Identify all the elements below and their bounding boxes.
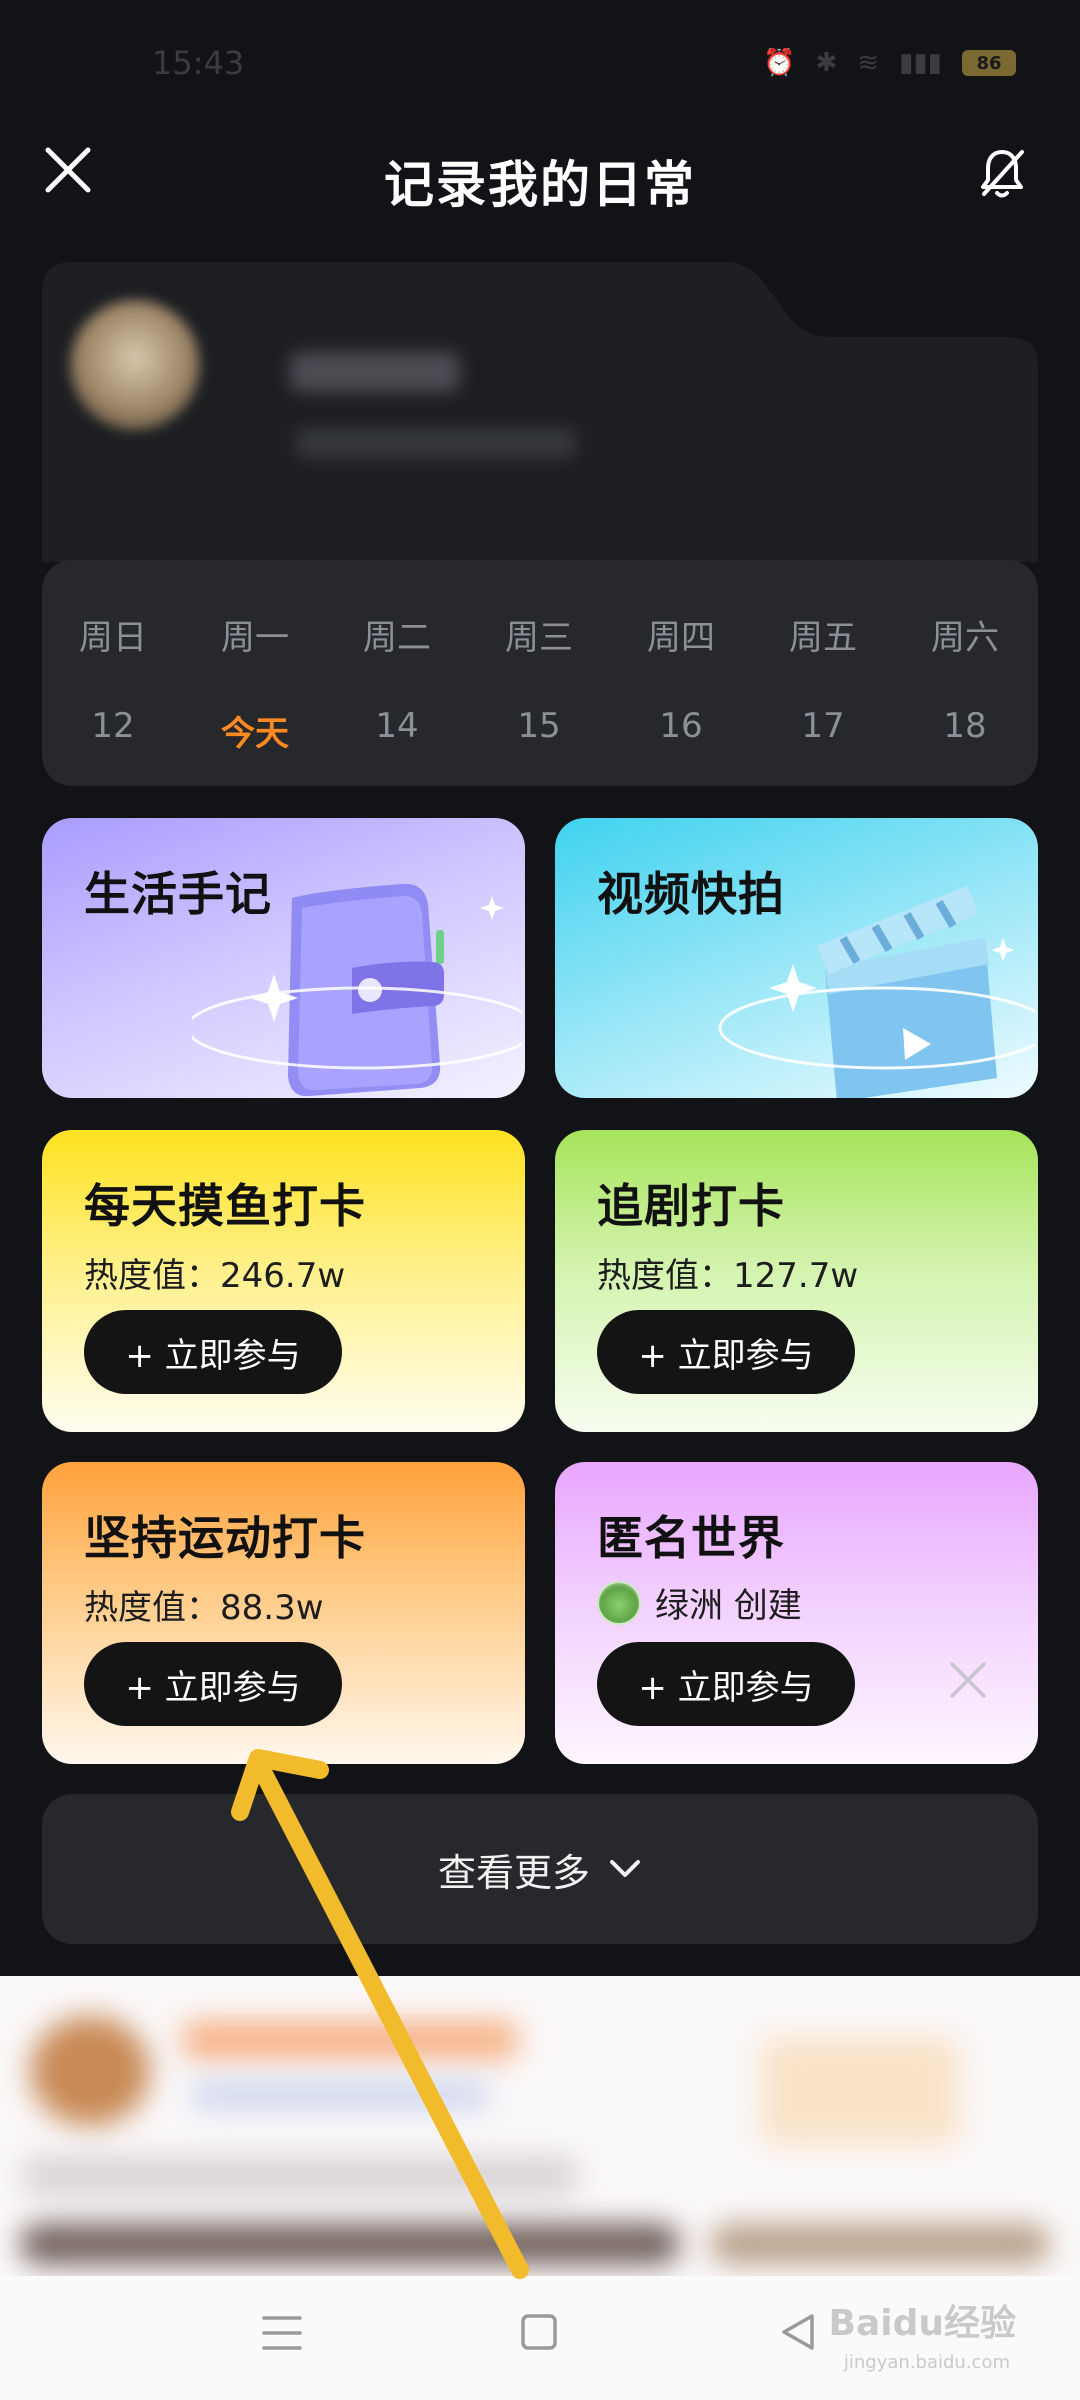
avatar[interactable]: [70, 300, 200, 430]
wifi-icon: ≋: [857, 48, 880, 78]
feed-preview-blurred: [0, 1976, 1080, 2276]
heat-value: 热度值：88.3w: [84, 1588, 324, 1628]
calendar-date[interactable]: 12: [42, 706, 184, 746]
chevron-down-icon: [610, 1860, 640, 1877]
wallet-icon: [192, 883, 522, 1097]
bluetooth-icon: ✱: [815, 48, 838, 78]
profile-card: [42, 262, 1038, 562]
join-button[interactable]: + 立即参与: [597, 1642, 855, 1726]
weekday-label: 周四: [647, 618, 715, 658]
battery-indicator: 86: [962, 50, 1016, 76]
see-more-button[interactable]: 查看更多: [42, 1794, 1038, 1944]
watermark-url: jingyan.baidu.com: [843, 2352, 1010, 2373]
watermark-logo: Baidu经验: [828, 2303, 1016, 2344]
home-icon[interactable]: [520, 2312, 558, 2352]
calendar-date[interactable]: 14: [326, 706, 468, 746]
status-icons: ⏰ ✱ ≋ ▮▮▮ 86: [763, 48, 1016, 78]
calendar-date[interactable]: 15: [468, 706, 610, 746]
see-more-label: 查看更多: [437, 1850, 590, 1895]
weekday-label: 周六: [931, 618, 999, 658]
creator-label: 绿洲 创建: [655, 1586, 802, 1626]
profile-subtitle-blurred: [296, 428, 576, 458]
join-button[interactable]: + 立即参与: [84, 1310, 342, 1394]
card-title: 追剧打卡: [597, 1179, 785, 1233]
anonymous-world-card[interactable]: 匿名世界 绿洲 创建 + 立即参与: [555, 1462, 1038, 1764]
back-icon[interactable]: [778, 2312, 818, 2352]
oasis-avatar-icon: [597, 1580, 641, 1625]
page-title: 记录我的日常: [384, 156, 696, 214]
card-title: 每天摸鱼打卡: [84, 1179, 366, 1233]
heat-value: 热度值：246.7w: [84, 1256, 346, 1296]
weekday-label: 周一: [221, 618, 289, 658]
sport-checkin-card[interactable]: 坚持运动打卡 热度值：88.3w + 立即参与: [42, 1462, 525, 1764]
calendar-date[interactable]: 18: [894, 706, 1036, 746]
fish-checkin-card[interactable]: 每天摸鱼打卡 热度值：246.7w + 立即参与: [42, 1130, 525, 1432]
calendar-date-today[interactable]: 今天: [184, 706, 326, 755]
creator-row: 绿洲 创建: [597, 1578, 802, 1627]
video-snap-card[interactable]: 视频快拍: [555, 818, 1038, 1098]
card-title: 匿名世界: [597, 1511, 785, 1565]
weekday-label: 周日: [79, 618, 147, 658]
join-button[interactable]: + 立即参与: [84, 1642, 342, 1726]
weekday-label: 周二: [363, 618, 431, 658]
dismiss-icon[interactable]: [948, 1660, 988, 1700]
card-title: 坚持运动打卡: [84, 1511, 366, 1565]
menu-icon[interactable]: [262, 2314, 302, 2352]
profile-name-blurred: [290, 352, 460, 392]
calendar-date[interactable]: 16: [610, 706, 752, 746]
calendar-date[interactable]: 17: [752, 706, 894, 746]
drama-checkin-card[interactable]: 追剧打卡 热度值：127.7w + 立即参与: [555, 1130, 1038, 1432]
weekday-label: 周五: [789, 618, 857, 658]
join-button[interactable]: + 立即参与: [597, 1310, 855, 1394]
status-time: 15:43: [152, 44, 245, 82]
bell-muted-icon[interactable]: [978, 146, 1026, 202]
heat-value: 热度值：127.7w: [597, 1256, 859, 1296]
alarm-icon: ⏰: [763, 48, 796, 78]
life-notes-card[interactable]: 生活手记: [42, 818, 525, 1098]
signal-icon: ▮▮▮: [899, 48, 942, 78]
clapperboard-icon: [718, 886, 1035, 1098]
weekday-label: 周三: [505, 618, 573, 658]
